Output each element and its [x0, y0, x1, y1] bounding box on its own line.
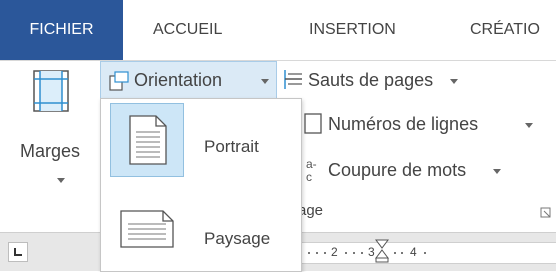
margins-label: Marges: [20, 141, 81, 161]
svg-text:c: c: [306, 170, 312, 183]
hyphenation-caret-icon: [493, 169, 501, 174]
ruler-track[interactable]: 1 2 3 4: [270, 239, 556, 264]
ruler-tick: 3: [368, 245, 375, 259]
breaks-button[interactable]: Sauts de pages: [278, 65, 548, 95]
tab-fichier[interactable]: FICHIER: [0, 0, 123, 60]
breaks-caret-icon: [450, 79, 458, 84]
orientation-caret-icon: [261, 79, 269, 84]
dialog-launcher-icon[interactable]: [540, 207, 552, 219]
ruler-dot: [324, 252, 326, 254]
orientation-menu: Portrait Paysage: [100, 98, 302, 272]
hyphenation-icon: a- c: [306, 157, 317, 183]
margins-button[interactable]: Marges: [20, 67, 80, 187]
ruler-dot: [424, 252, 426, 254]
ruler-dot: [345, 252, 347, 254]
hyphenation-button[interactable]: a- c Coupure de mots: [300, 155, 556, 185]
line-numbers-button[interactable]: Numéros de lignes: [300, 109, 556, 139]
ruler-dot: [394, 252, 396, 254]
ruler-tick: 2: [331, 245, 338, 259]
hyphenation-label: Coupure de mots: [328, 160, 467, 180]
line-numbers-icon: [304, 113, 322, 134]
breaks-label: Sauts de pages: [308, 70, 434, 90]
indent-marker-icon[interactable]: [375, 239, 389, 263]
line-numbers-caret-icon: [525, 123, 533, 128]
ruler-dot: [353, 252, 355, 254]
ruler-dot: [308, 252, 310, 254]
tab-creation[interactable]: CRÉATIO: [470, 0, 540, 60]
line-numbers-label: Numéros de lignes: [328, 114, 479, 134]
landscape-icon-box: [110, 193, 184, 267]
ruler-dot: [316, 252, 318, 254]
margins-icon: [33, 70, 69, 112]
ruler-dot: [361, 252, 363, 254]
orientation-icon: [109, 71, 129, 91]
orientation-button[interactable]: Orientation: [100, 61, 277, 100]
tab-accueil[interactable]: ACCUEIL: [153, 0, 222, 60]
ribbon-tab-bar: FICHIER ACCUEIL INSERTION CRÉATIO: [0, 0, 556, 60]
tab-insertion[interactable]: INSERTION: [309, 0, 396, 60]
orientation-label: Orientation: [134, 70, 223, 90]
orientation-option-portrait[interactable]: Portrait: [101, 99, 301, 181]
landscape-label: Paysage: [204, 229, 271, 248]
orientation-option-landscape[interactable]: Paysage: [101, 189, 301, 271]
ruler-dot: [401, 252, 403, 254]
page-breaks-icon: [284, 70, 302, 89]
tab-selector[interactable]: [8, 242, 28, 262]
left-tab-icon: [14, 248, 22, 256]
margins-caret-icon: [57, 178, 65, 183]
svg-text:a-: a-: [306, 157, 317, 171]
ruler-tick: 4: [410, 245, 417, 259]
portrait-page-icon: [129, 115, 167, 165]
portrait-icon-box: [110, 103, 184, 177]
landscape-page-icon: [120, 210, 174, 248]
portrait-label: Portrait: [204, 137, 259, 156]
